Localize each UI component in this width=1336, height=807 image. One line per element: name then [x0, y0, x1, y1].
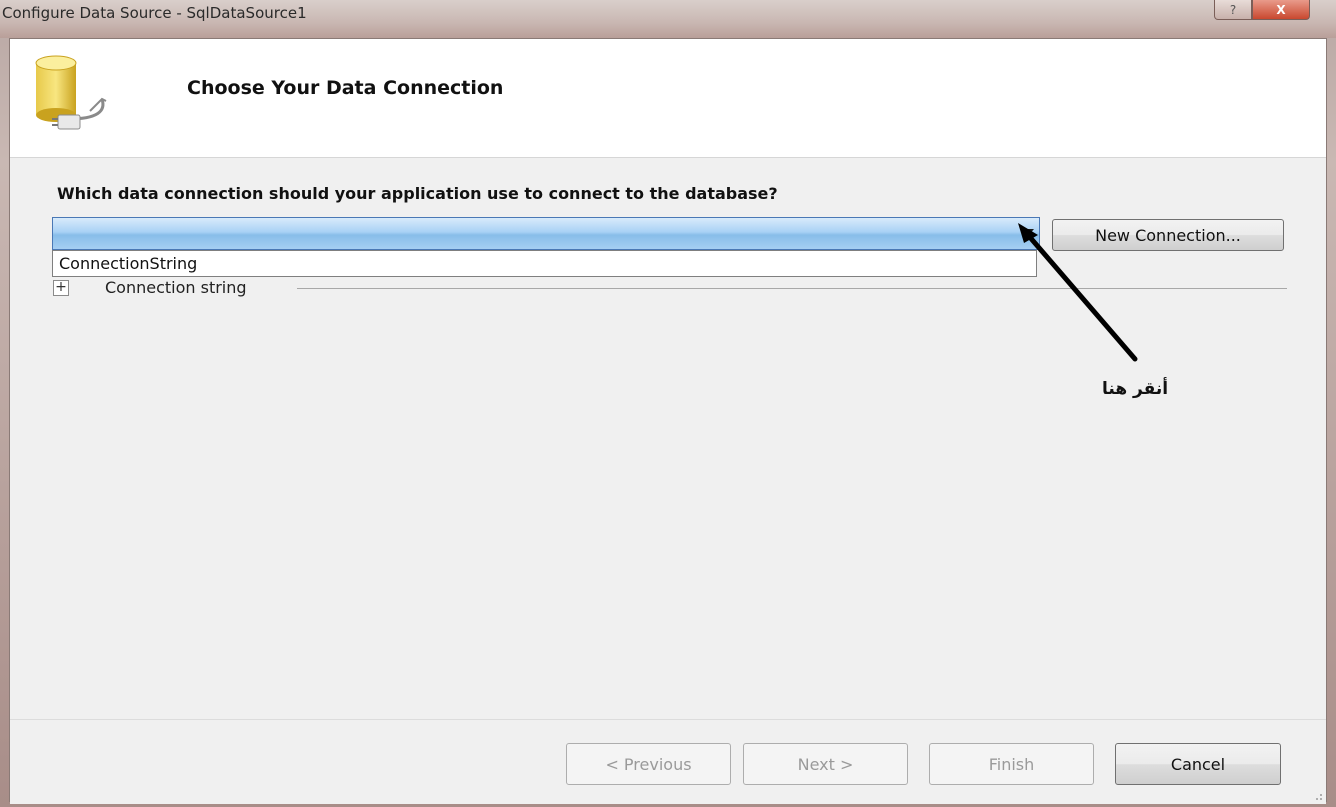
- chevron-down-icon[interactable]: [1022, 229, 1034, 236]
- dialog-window: Configure Data Source - SqlDataSource1 ?…: [0, 0, 1336, 807]
- help-button[interactable]: ?: [1214, 0, 1252, 20]
- dialog-client-area: Choose Your Data Connection Which data c…: [9, 38, 1327, 804]
- database-connection-icon: [35, 55, 107, 130]
- wizard-footer: < Previous Next > Finish Cancel: [10, 719, 1326, 804]
- connection-dropdown-list: ConnectionString: [52, 250, 1037, 277]
- annotation-note: أنقر هنا: [1102, 379, 1169, 399]
- wizard-header: Choose Your Data Connection: [10, 39, 1326, 158]
- new-connection-button[interactable]: New Connection...: [1052, 219, 1284, 251]
- group-divider: [297, 288, 1287, 289]
- caption-buttons: ? X: [1214, 0, 1310, 22]
- connection-string-label: Connection string: [105, 278, 247, 297]
- title-bar[interactable]: Configure Data Source - SqlDataSource1 ?…: [0, 0, 1336, 38]
- finish-button[interactable]: Finish: [929, 743, 1094, 785]
- help-icon: ?: [1229, 2, 1237, 17]
- cancel-button[interactable]: Cancel: [1115, 743, 1281, 785]
- window-title: Configure Data Source - SqlDataSource1: [2, 4, 307, 22]
- expand-plus-icon[interactable]: +: [53, 280, 69, 296]
- previous-button[interactable]: < Previous: [566, 743, 731, 785]
- close-button[interactable]: X: [1252, 0, 1310, 20]
- page-title: Choose Your Data Connection: [187, 77, 504, 99]
- close-icon: X: [1276, 2, 1286, 17]
- connection-combobox[interactable]: [52, 217, 1040, 250]
- dropdown-option-connectionstring[interactable]: ConnectionString: [59, 254, 197, 273]
- resize-grip-icon[interactable]: [1313, 791, 1323, 801]
- next-button[interactable]: Next >: [743, 743, 908, 785]
- connection-question: Which data connection should your applic…: [57, 184, 778, 203]
